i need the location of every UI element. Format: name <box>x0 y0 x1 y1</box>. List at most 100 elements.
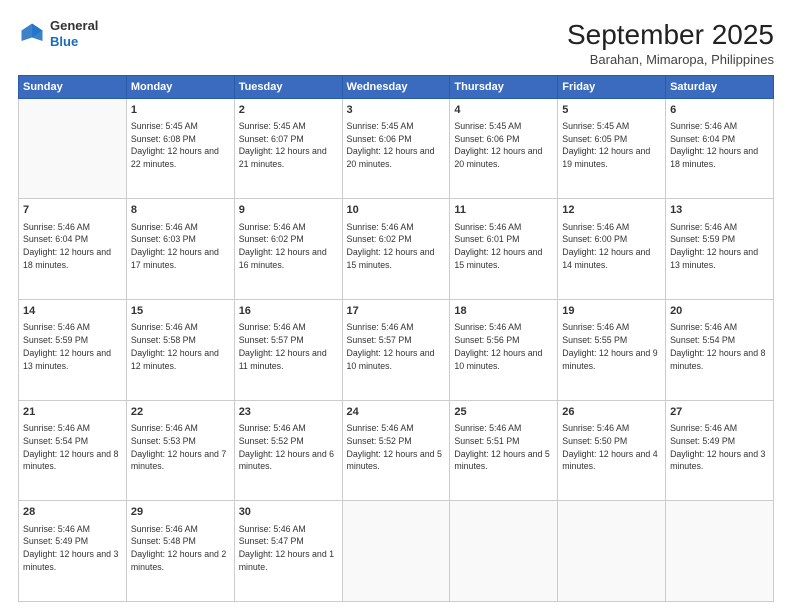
cell-info: Sunrise: 5:46 AMSunset: 5:57 PMDaylight:… <box>347 321 446 372</box>
day-number: 22 <box>131 405 230 420</box>
cell-info: Sunrise: 5:45 AMSunset: 6:06 PMDaylight:… <box>454 120 553 171</box>
location: Barahan, Mimaropa, Philippines <box>567 52 774 67</box>
table-row: 23 Sunrise: 5:46 AMSunset: 5:52 PMDayligh… <box>234 400 342 501</box>
title-block: September 2025 Barahan, Mimaropa, Philip… <box>567 18 774 67</box>
cell-info: Sunrise: 5:46 AMSunset: 5:59 PMDaylight:… <box>23 321 122 372</box>
day-number: 8 <box>131 203 230 218</box>
cell-info: Sunrise: 5:45 AMSunset: 6:08 PMDaylight:… <box>131 120 230 171</box>
col-tuesday: Tuesday <box>234 75 342 98</box>
table-row: 18Sunrise: 5:46 AMSunset: 5:56 PMDayligh… <box>450 299 558 400</box>
table-row: 16 Sunrise: 5:46 AMSunset: 5:57 PMDayligh… <box>234 299 342 400</box>
table-row: 17 Sunrise: 5:46 AMSunset: 5:57 PMDayligh… <box>342 299 450 400</box>
table-row <box>666 501 774 602</box>
table-row: 30 Sunrise: 5:46 AMSunset: 5:47 PMDayligh… <box>234 501 342 602</box>
day-number: 17 <box>347 304 446 319</box>
table-row: 3 Sunrise: 5:45 AMSunset: 6:06 PMDaylight… <box>342 98 450 199</box>
table-row: 24 Sunrise: 5:46 AMSunset: 5:52 PMDayligh… <box>342 400 450 501</box>
day-number: 9 <box>239 203 338 218</box>
day-number: 3 <box>347 103 446 118</box>
cell-info: Sunrise: 5:45 AMSunset: 6:07 PMDaylight:… <box>239 120 338 171</box>
col-saturday: Saturday <box>666 75 774 98</box>
table-row: 7 Sunrise: 5:46 AMSunset: 6:04 PMDaylight… <box>19 199 127 300</box>
day-number: 11 <box>454 203 553 218</box>
month-year: September 2025 <box>567 18 774 52</box>
table-row: 21 Sunrise: 5:46 AMSunset: 5:54 PMDayligh… <box>19 400 127 501</box>
day-number: 2 <box>239 103 338 118</box>
table-row: 28Sunrise: 5:46 AMSunset: 5:49 PMDayligh… <box>19 501 127 602</box>
table-row <box>450 501 558 602</box>
day-number: 13 <box>670 203 769 218</box>
table-row: 26 Sunrise: 5:46 AMSunset: 5:50 PMDayligh… <box>558 400 666 501</box>
cell-info: Sunrise: 5:46 AMSunset: 6:04 PMDaylight:… <box>23 221 122 272</box>
day-number: 20 <box>670 304 769 319</box>
table-row: 12Sunrise: 5:46 AMSunset: 6:00 PMDayligh… <box>558 199 666 300</box>
table-row: 6 Sunrise: 5:46 AMSunset: 6:04 PMDaylight… <box>666 98 774 199</box>
table-row: 10 Sunrise: 5:46 AMSunset: 6:02 PMDayligh… <box>342 199 450 300</box>
day-number: 30 <box>239 505 338 520</box>
day-number: 26 <box>562 405 661 420</box>
table-row: 25Sunrise: 5:46 AMSunset: 5:51 PMDayligh… <box>450 400 558 501</box>
day-number: 7 <box>23 203 122 218</box>
cell-info: Sunrise: 5:46 AMSunset: 5:59 PMDaylight:… <box>670 221 769 272</box>
table-row: 29Sunrise: 5:46 AMSunset: 5:48 PMDayligh… <box>126 501 234 602</box>
cell-info: Sunrise: 5:46 AMSunset: 6:02 PMDaylight:… <box>347 221 446 272</box>
day-number: 12 <box>562 203 661 218</box>
calendar-table: Sunday Monday Tuesday Wednesday Thursday… <box>18 75 774 602</box>
day-number: 24 <box>347 405 446 420</box>
table-row: 27Sunrise: 5:46 AMSunset: 5:49 PMDayligh… <box>666 400 774 501</box>
logo: General Blue <box>18 18 98 49</box>
table-row <box>342 501 450 602</box>
col-monday: Monday <box>126 75 234 98</box>
day-number: 19 <box>562 304 661 319</box>
table-row <box>19 98 127 199</box>
cell-info: Sunrise: 5:46 AMSunset: 6:01 PMDaylight:… <box>454 221 553 272</box>
table-row: 15 Sunrise: 5:46 AMSunset: 5:58 PMDayligh… <box>126 299 234 400</box>
table-row: 2 Sunrise: 5:45 AMSunset: 6:07 PMDaylight… <box>234 98 342 199</box>
cell-info: Sunrise: 5:46 AMSunset: 6:03 PMDaylight:… <box>131 221 230 272</box>
table-row: 1Sunrise: 5:45 AMSunset: 6:08 PMDaylight… <box>126 98 234 199</box>
cell-info: Sunrise: 5:46 AMSunset: 5:47 PMDaylight:… <box>239 523 338 574</box>
cell-info: Sunrise: 5:46 AMSunset: 5:54 PMDaylight:… <box>670 321 769 372</box>
logo-text: General Blue <box>50 18 98 49</box>
logo-general: General <box>50 18 98 33</box>
cell-info: Sunrise: 5:46 AMSunset: 5:53 PMDaylight:… <box>131 422 230 473</box>
day-number: 16 <box>239 304 338 319</box>
table-row: 11 Sunrise: 5:46 AMSunset: 6:01 PMDayligh… <box>450 199 558 300</box>
cell-info: Sunrise: 5:46 AMSunset: 6:04 PMDaylight:… <box>670 120 769 171</box>
day-number: 14 <box>23 304 122 319</box>
table-row: 20 Sunrise: 5:46 AMSunset: 5:54 PMDayligh… <box>666 299 774 400</box>
cell-info: Sunrise: 5:46 AMSunset: 5:58 PMDaylight:… <box>131 321 230 372</box>
day-number: 29 <box>131 505 230 520</box>
cell-info: Sunrise: 5:46 AMSunset: 5:50 PMDaylight:… <box>562 422 661 473</box>
day-number: 23 <box>239 405 338 420</box>
col-friday: Friday <box>558 75 666 98</box>
cell-info: Sunrise: 5:46 AMSunset: 5:49 PMDaylight:… <box>670 422 769 473</box>
day-number: 5 <box>562 103 661 118</box>
col-thursday: Thursday <box>450 75 558 98</box>
table-row: 5Sunrise: 5:45 AMSunset: 6:05 PMDaylight… <box>558 98 666 199</box>
header: General Blue September 2025 Barahan, Mim… <box>18 18 774 67</box>
cell-info: Sunrise: 5:46 AMSunset: 5:52 PMDaylight:… <box>239 422 338 473</box>
day-number: 15 <box>131 304 230 319</box>
table-row: 4Sunrise: 5:45 AMSunset: 6:06 PMDaylight… <box>450 98 558 199</box>
day-number: 6 <box>670 103 769 118</box>
cell-info: Sunrise: 5:46 AMSunset: 5:57 PMDaylight:… <box>239 321 338 372</box>
table-row: 8 Sunrise: 5:46 AMSunset: 6:03 PMDaylight… <box>126 199 234 300</box>
table-row: 13 Sunrise: 5:46 AMSunset: 5:59 PMDayligh… <box>666 199 774 300</box>
table-row: 9 Sunrise: 5:46 AMSunset: 6:02 PMDaylight… <box>234 199 342 300</box>
col-wednesday: Wednesday <box>342 75 450 98</box>
day-number: 18 <box>454 304 553 319</box>
cell-info: Sunrise: 5:46 AMSunset: 5:55 PMDaylight:… <box>562 321 661 372</box>
cell-info: Sunrise: 5:45 AMSunset: 6:06 PMDaylight:… <box>347 120 446 171</box>
day-number: 21 <box>23 405 122 420</box>
cell-info: Sunrise: 5:46 AMSunset: 5:52 PMDaylight:… <box>347 422 446 473</box>
table-row: 22 Sunrise: 5:46 AMSunset: 5:53 PMDayligh… <box>126 400 234 501</box>
cell-info: Sunrise: 5:46 AMSunset: 5:51 PMDaylight:… <box>454 422 553 473</box>
day-number: 10 <box>347 203 446 218</box>
page: General Blue September 2025 Barahan, Mim… <box>0 0 792 612</box>
calendar-header-row: Sunday Monday Tuesday Wednesday Thursday… <box>19 75 774 98</box>
cell-info: Sunrise: 5:46 AMSunset: 5:49 PMDaylight:… <box>23 523 122 574</box>
cell-info: Sunrise: 5:46 AMSunset: 5:54 PMDaylight:… <box>23 422 122 473</box>
logo-icon <box>18 20 46 48</box>
cell-info: Sunrise: 5:46 AMSunset: 6:02 PMDaylight:… <box>239 221 338 272</box>
